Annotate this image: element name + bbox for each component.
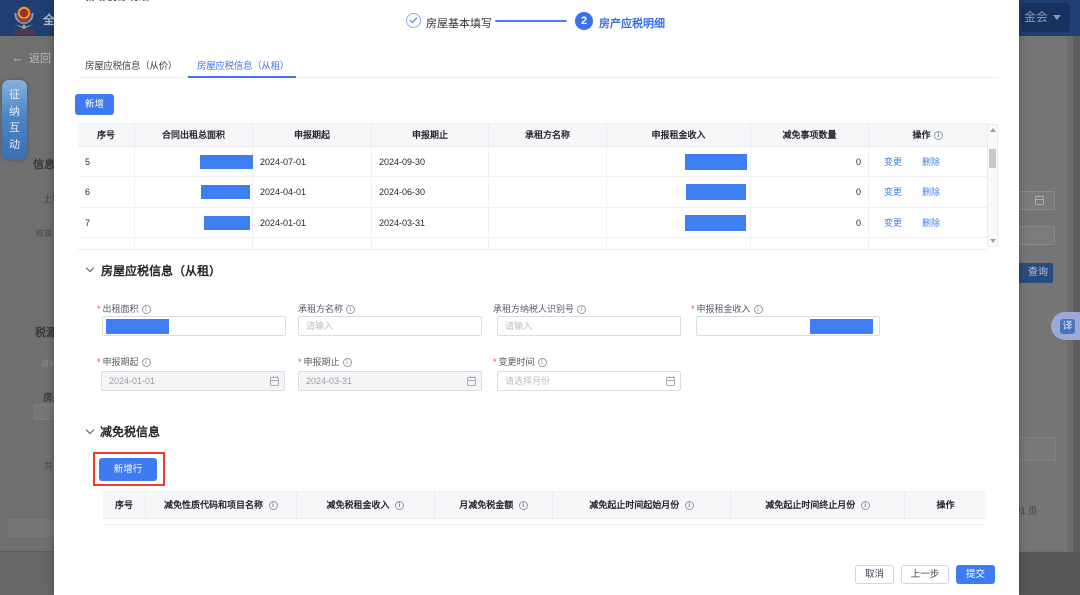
svg-text:中国税务: 中国税务 xyxy=(13,28,36,35)
